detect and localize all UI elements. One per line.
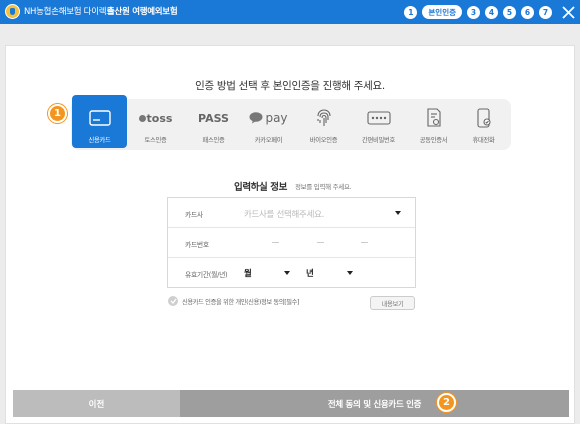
consent-checkbox[interactable]: 신용카드 인증을 위한 개인(신용)정보 동의[필수]	[168, 296, 300, 306]
toss-logo: toss	[138, 112, 172, 125]
close-icon	[561, 5, 575, 19]
certificate-icon	[426, 108, 441, 127]
card-number-label: 카드번호	[185, 241, 209, 249]
step-4: 4	[485, 5, 498, 19]
nh-logo-icon	[5, 4, 20, 19]
method-label: 간편비밀번호	[362, 137, 395, 144]
expiry-label: 유효기간(월/년)	[185, 271, 228, 279]
prev-button[interactable]: 이전	[13, 390, 180, 417]
guide-badge-2: 2	[437, 393, 456, 412]
consent-label: 신용카드 인증을 위한 개인(신용)정보 동의[필수]	[182, 298, 300, 306]
card-company-label: 카드사	[185, 211, 203, 219]
row-card-number: 카드번호	[168, 228, 415, 258]
card-number-field-3[interactable]	[317, 242, 324, 243]
row-expiry: 유효기간(월/년) 월 년	[168, 258, 415, 288]
auth-method-list: 신용카드 toss 토스인증 PASS 패스인증 pay 카카오페이 바이오인증…	[71, 95, 511, 150]
chevron-down-icon[interactable]	[284, 271, 290, 275]
agree-and-verify-button[interactable]: 전체 동의 및 신용카드 인증	[180, 390, 569, 417]
row-card-company: 카드사 카드사를 선택해주세요.	[168, 198, 415, 228]
card-info-form: 카드사 카드사를 선택해주세요. 카드번호 유효기간(월/년) 월 년	[167, 197, 416, 288]
guide-badge-1: 1	[48, 104, 67, 123]
brand-name: NH농협손해보험 다이렉트	[24, 7, 114, 17]
footer-actions: 이전 전체 동의 및 신용카드 인증	[13, 390, 569, 417]
method-label: 휴대전화	[472, 137, 495, 144]
chevron-down-icon[interactable]	[347, 271, 353, 275]
auth-card: 인증 방법 선택 후 본인인증을 진행해 주세요. 신용카드 toss 토스인증	[5, 45, 575, 424]
kakaopay-logo: pay	[249, 111, 288, 125]
chevron-down-icon[interactable]	[395, 211, 401, 215]
method-bio[interactable]: 바이오인증	[296, 99, 351, 150]
top-bar: NH농협손해보험 다이렉트 출산원 여행예외보험 1 본인인증 3 4 5 6 …	[0, 0, 580, 24]
method-label: 바이오인증	[309, 137, 338, 144]
fingerprint-icon	[316, 109, 331, 126]
step-indicator: 1 본인인증 3 4 5 6 7	[399, 0, 580, 24]
method-toss[interactable]: toss 토스인증	[128, 99, 183, 150]
section-title: 입력하실 정보	[234, 182, 287, 193]
step-7: 7	[539, 5, 552, 19]
step-1: 1	[404, 5, 418, 19]
pass-logo: PASS	[198, 111, 229, 125]
pin-icon	[366, 111, 391, 125]
card-number-field-4[interactable]	[361, 242, 368, 243]
method-label: 신용카드	[88, 137, 111, 144]
card-company-select[interactable]: 카드사를 선택해주세요.	[244, 208, 324, 220]
phone-icon	[476, 108, 491, 128]
step-5: 5	[503, 5, 516, 19]
method-certificate[interactable]: 공동인증서	[406, 99, 461, 150]
method-kakaopay[interactable]: pay 카카오페이	[241, 99, 296, 150]
method-credit-card[interactable]: 신용카드	[72, 95, 127, 148]
credit-card-icon	[88, 110, 111, 126]
method-label: 토스인증	[144, 137, 167, 144]
method-label: 패스인증	[202, 137, 225, 144]
auth-headline: 인증 방법 선택 후 본인인증을 진행해 주세요.	[195, 80, 385, 92]
method-pass[interactable]: PASS 패스인증	[186, 99, 241, 150]
method-phone[interactable]: 휴대전화	[456, 99, 511, 150]
section-subtitle: 정보를 입력해 주세요.	[295, 183, 352, 191]
method-label: 공동인증서	[419, 137, 448, 144]
card-number-field-2[interactable]	[272, 242, 279, 243]
expiry-month-select[interactable]: 월	[244, 267, 252, 279]
view-terms-button[interactable]: 내용보기	[370, 296, 415, 310]
step-current: 본인인증	[422, 5, 462, 19]
method-label: 카카오페이	[254, 137, 283, 144]
step-6: 6	[521, 5, 534, 19]
check-icon	[168, 296, 178, 306]
close-button[interactable]	[556, 0, 580, 24]
method-simple-pin[interactable]: 간편비밀번호	[351, 99, 406, 150]
step-3: 3	[467, 5, 480, 19]
page-title: 출산원 여행예외보험	[107, 7, 178, 17]
expiry-year-select[interactable]: 년	[306, 267, 314, 279]
